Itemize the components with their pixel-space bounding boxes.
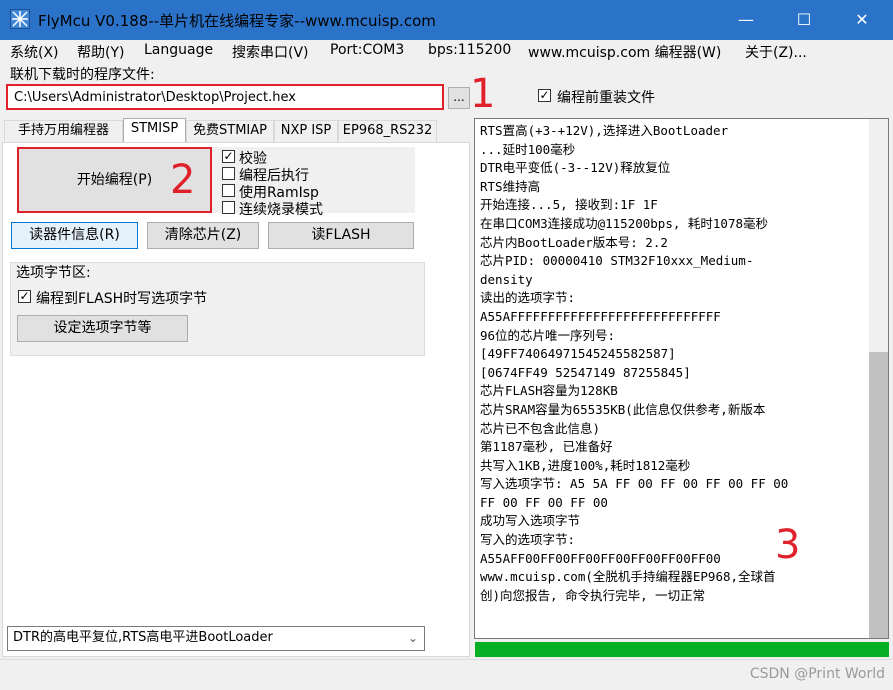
log-line: 写入的选项字节: (480, 532, 576, 548)
watermark: CSDN @Print World (749, 666, 885, 682)
reset-mode-select[interactable]: DTR的高电平复位,RTS高电平进BootLoader (7, 626, 425, 651)
log-line: 芯片FLASH容量为128KB (480, 383, 618, 399)
erase-chip-button[interactable]: 清除芯片(Z) (147, 222, 259, 249)
reload-checkbox[interactable]: ✓ (538, 89, 551, 102)
log-line: 第1187毫秒, 已准备好 (480, 439, 613, 455)
log-line: 共写入1KB,进度100%,耗时1812毫秒 (480, 457, 691, 473)
log-output[interactable]: RTS置高(+3-+12V),选择进入BootLoader ...延时100毫秒 D… (474, 118, 889, 639)
ramisp-checkbox[interactable] (222, 184, 235, 197)
continuous-label: 连续烧录模式 (239, 202, 323, 218)
log-line: 96位的芯片唯一序列号: (480, 327, 616, 343)
write-option-label: 编程到FLASH时写选项字节 (36, 291, 208, 307)
log-line: ...延时100毫秒 (480, 141, 576, 157)
chevron-down-icon[interactable]: ⌄ (402, 627, 424, 650)
log-line: 读出的选项字节: (480, 290, 576, 306)
verify-checkbox[interactable]: ✓ (222, 150, 235, 163)
log-line: 芯片已不包含此信息) (480, 420, 601, 436)
program-file-label: 联机下载时的程序文件: (10, 67, 155, 83)
log-line: RTS维持高 (480, 178, 541, 194)
set-option-bytes-button[interactable]: 设定选项字节等 (17, 315, 188, 342)
log-line: 芯片内BootLoader版本号: 2.2 (480, 234, 668, 250)
maximize-button[interactable]: ☐ (775, 0, 833, 40)
log-scroll-thumb[interactable] (869, 352, 888, 638)
log-line: A55AFFFFFFFFFFFFFFFFFFFFFFFFFFFF (480, 308, 721, 324)
log-line: 开始连接...5, 接收到:1F 1F (480, 197, 658, 213)
stmisp-panel (2, 142, 470, 657)
log-line: 创)向您报告, 命令执行完毕, 一切正常 (480, 587, 706, 603)
menu-port[interactable]: Port:COM3 (330, 42, 404, 58)
log-line: www.mcuisp.com(全脱机手持编程器EP968,全球首 (480, 569, 776, 585)
tab-handheld[interactable]: 手持万用编程器 (4, 120, 123, 142)
log-line: [49FF74064971545245582587] (480, 346, 676, 362)
run-after-checkbox[interactable] (222, 167, 235, 180)
read-device-info-button[interactable]: 读器件信息(R) (11, 222, 138, 249)
menu-language[interactable]: Language (144, 42, 213, 58)
tab-stmiap[interactable]: 免费STMIAP (186, 120, 274, 142)
program-file-input[interactable] (6, 84, 444, 110)
log-line: 芯片PID: 00000410 STM32F10xxx_Medium- (480, 253, 754, 269)
log-line: 写入选项字节: A5 5A FF 00 FF 00 FF 00 FF 00 (480, 476, 789, 492)
menu-search-port[interactable]: 搜索串口(V) (232, 42, 309, 62)
log-line: FF 00 FF 00 FF 00 (480, 494, 608, 510)
app-icon (10, 9, 30, 29)
annotation-1: 1 (470, 71, 496, 117)
log-line: A55AFF00FF00FF00FF00FF00FF00FF00 (480, 550, 721, 566)
menu-system[interactable]: 系统(X) (10, 42, 59, 62)
log-lines: RTS置高(+3-+12V),选择进入BootLoader ...延时100毫秒 D… (480, 122, 865, 605)
log-line: 芯片SRAM容量为65535KB(此信息仅供参考,新版本 (480, 401, 766, 417)
menu-about[interactable]: 关于(Z)... (745, 42, 807, 62)
log-line: 在串口COM3连接成功@115200bps, 耗时1078毫秒 (480, 215, 769, 231)
option-bytes-title: 选项字节区: (16, 265, 91, 281)
menu-programmer[interactable]: www.mcuisp.com 编程器(W) (528, 42, 721, 62)
log-line: density (480, 271, 533, 287)
browse-button[interactable]: ... (448, 87, 470, 109)
close-button[interactable]: ✕ (833, 0, 891, 40)
reload-label: 编程前重装文件 (557, 90, 655, 106)
menu-bps[interactable]: bps:115200 (428, 42, 511, 58)
tab-ep968[interactable]: EP968_RS232 (338, 120, 437, 142)
read-flash-button[interactable]: 读FLASH (268, 222, 414, 249)
window-title: FlyMcu V0.188--单片机在线编程专家--www.mcuisp.com (38, 12, 436, 30)
annotation-3: 3 (775, 522, 801, 568)
minimize-button[interactable]: — (717, 0, 775, 40)
progress-bar (475, 642, 889, 657)
log-line: 成功写入选项字节 (480, 513, 581, 529)
reset-mode-value: DTR的高电平复位,RTS高电平进BootLoader (13, 630, 273, 645)
annotation-2: 2 (170, 157, 196, 203)
log-line: [0674FF49 52547149 87255845] (480, 364, 691, 380)
continuous-checkbox[interactable] (222, 201, 235, 214)
write-option-checkbox[interactable]: ✓ (18, 290, 31, 303)
tab-stmisp[interactable]: STMISP (123, 118, 186, 143)
log-line: RTS置高(+3-+12V),选择进入BootLoader (480, 123, 729, 138)
log-line: DTR电平变低(-3--12V)释放复位 (480, 160, 671, 176)
tab-nxp-isp[interactable]: NXP ISP (274, 120, 338, 142)
menu-help[interactable]: 帮助(Y) (77, 42, 124, 62)
